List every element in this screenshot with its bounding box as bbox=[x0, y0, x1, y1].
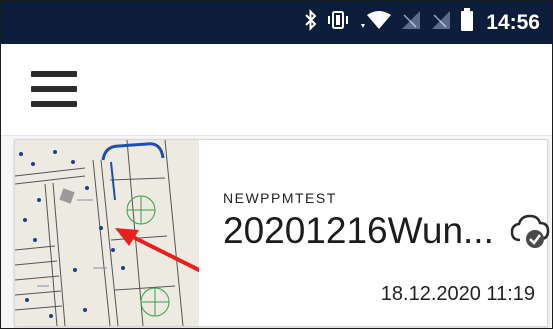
wifi-icon bbox=[358, 9, 392, 36]
signal-icon bbox=[400, 9, 422, 36]
app-bar bbox=[1, 44, 552, 136]
plan-title: 20201216Wun... bbox=[223, 210, 494, 251]
bluetooth-icon bbox=[304, 9, 318, 36]
hamburger-menu-icon[interactable] bbox=[31, 71, 77, 107]
battery-icon bbox=[460, 8, 474, 37]
floor-plan-thumbnail bbox=[15, 140, 199, 326]
cloud-check-icon[interactable] bbox=[508, 212, 552, 250]
status-bar: 14:56 bbox=[1, 1, 552, 44]
project-card[interactable]: NEWPPMTEST 20201216Wun... 18.12.2020 11:… bbox=[14, 139, 550, 327]
vibrate-icon bbox=[326, 9, 350, 36]
project-label: NEWPPMTEST bbox=[223, 190, 337, 206]
signal-icon bbox=[430, 9, 452, 36]
card-content: NEWPPMTEST 20201216Wun... 18.12.2020 11:… bbox=[223, 140, 550, 326]
status-time: 14:56 bbox=[486, 10, 540, 34]
app-screen: 14:56 NEWPPMTEST 20201216Wun... 18.12.20… bbox=[0, 0, 553, 329]
plan-date: 18.12.2020 11:19 bbox=[380, 283, 535, 305]
